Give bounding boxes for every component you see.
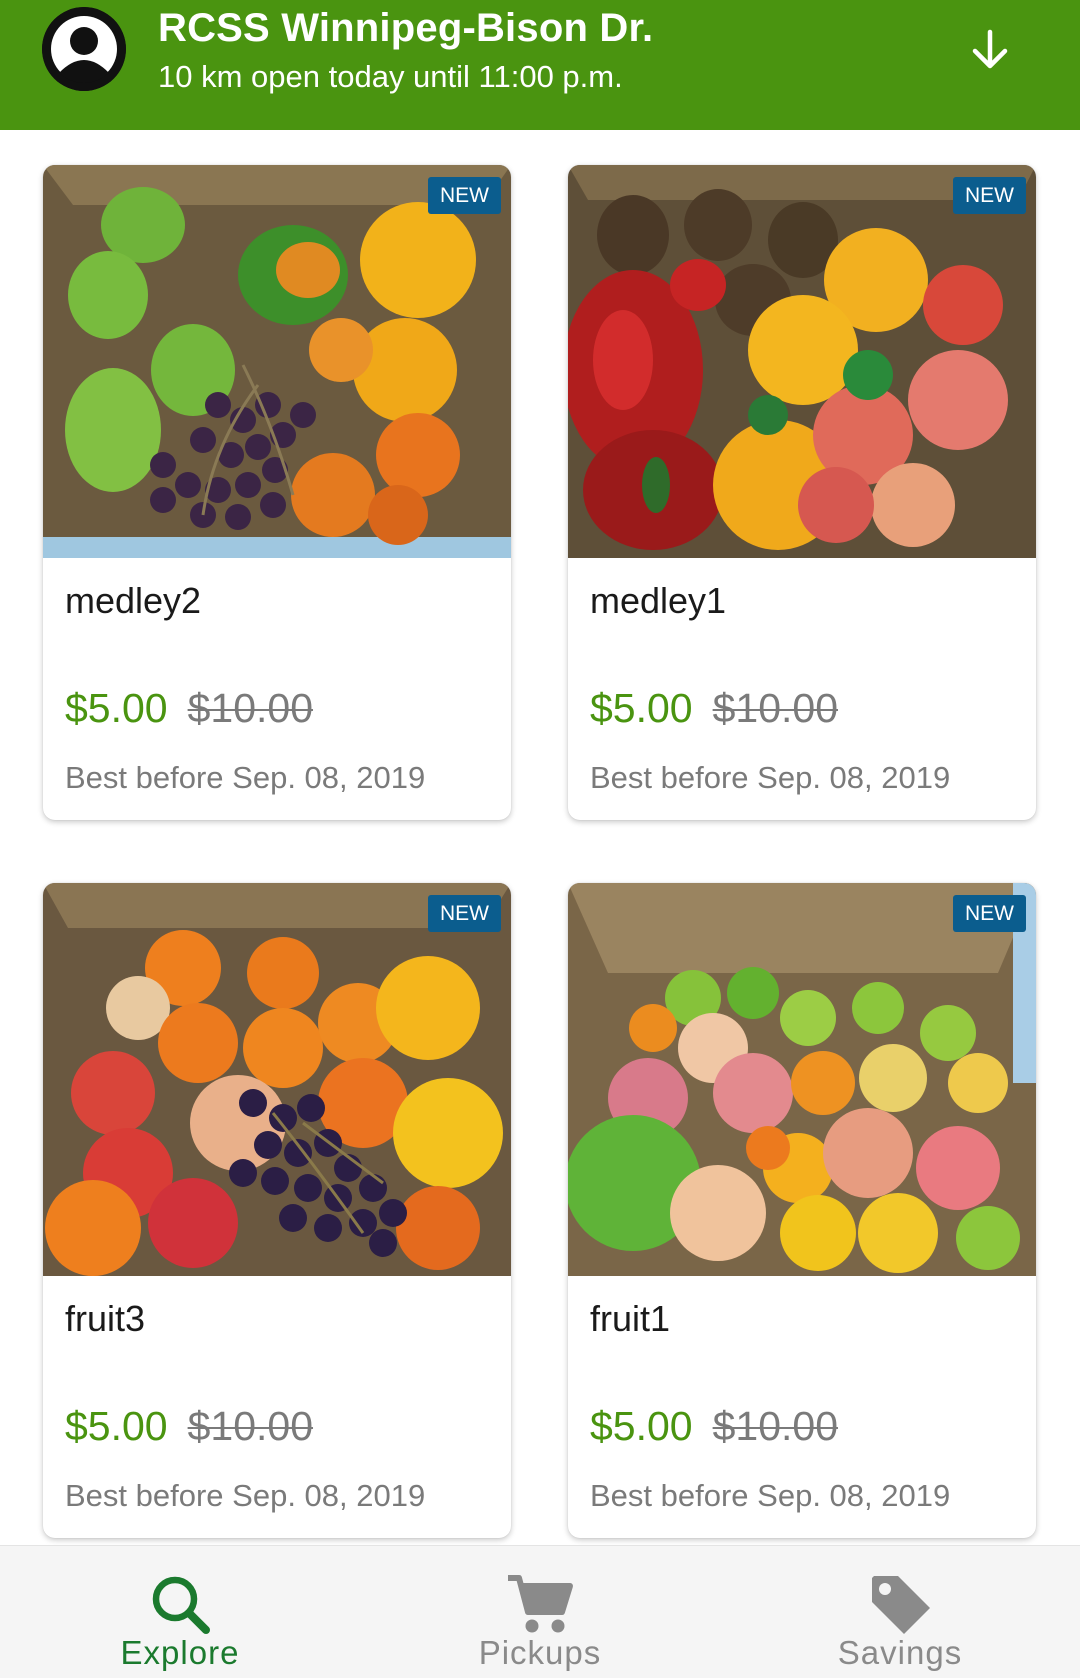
product-card[interactable]: NEW fruit3 $5.00 $10.00 Best before Sep. … [43, 883, 511, 1538]
product-card[interactable]: NEW medley1 $5.00 $10.00 Best before Sep.… [568, 165, 1036, 820]
best-before-date: Best before Sep. 08, 2019 [65, 760, 426, 795]
sale-price: $5.00 [65, 685, 168, 731]
nav-pickups[interactable]: Pickups [360, 1546, 720, 1678]
original-price: $10.00 [712, 1403, 839, 1449]
product-name: medley2 [65, 580, 202, 621]
best-before-date: Best before Sep. 08, 2019 [590, 1478, 951, 1513]
nav-explore-label: Explore [120, 1634, 240, 1671]
original-price: $10.00 [187, 685, 314, 731]
product-image [568, 165, 1036, 558]
product-card[interactable]: NEW fruit1 $5.00 $10.00 Best before Sep. … [568, 883, 1036, 1538]
new-badge: NEW [953, 895, 1026, 932]
product-card[interactable]: NEW medley2 $5.00 $10.00 Best before Sep.… [43, 165, 511, 820]
expand-store-button[interactable] [960, 20, 1020, 80]
user-avatar-icon[interactable] [42, 7, 126, 91]
sale-price: $5.00 [590, 685, 693, 731]
best-before-date: Best before Sep. 08, 2019 [590, 760, 951, 795]
store-header[interactable]: RCSS Winnipeg-Bison Dr. 10 km open today… [0, 0, 1080, 130]
price-row: $5.00 $10.00 [65, 1403, 313, 1450]
price-row: $5.00 $10.00 [590, 685, 838, 732]
cart-icon [508, 1575, 573, 1633]
nav-savings[interactable]: Savings [720, 1546, 1080, 1678]
store-name[interactable]: RCSS Winnipeg-Bison Dr. [158, 6, 653, 51]
nav-explore[interactable]: Explore [0, 1546, 360, 1678]
sale-price: $5.00 [590, 1403, 693, 1449]
product-image [568, 883, 1036, 1276]
original-price: $10.00 [712, 685, 839, 731]
original-price: $10.00 [187, 1403, 314, 1449]
best-before-date: Best before Sep. 08, 2019 [65, 1478, 426, 1513]
price-row: $5.00 $10.00 [65, 685, 313, 732]
product-name: fruit1 [590, 1298, 671, 1339]
arrow-down-icon [972, 29, 1008, 69]
nav-savings-label: Savings [837, 1634, 963, 1671]
product-image [43, 165, 511, 558]
price-row: $5.00 $10.00 [590, 1403, 838, 1450]
bottom-navigation: Explore Pickups Savings [0, 1545, 1080, 1678]
product-name: medley1 [590, 580, 727, 621]
store-hours-info: 10 km open today until 11:00 p.m. [158, 59, 623, 94]
new-badge: NEW [953, 177, 1026, 214]
nav-pickups-label: Pickups [478, 1634, 602, 1671]
search-icon [152, 1576, 210, 1634]
sale-price: $5.00 [65, 1403, 168, 1449]
new-badge: NEW [428, 177, 501, 214]
product-name: fruit3 [65, 1298, 146, 1339]
tag-icon [872, 1576, 930, 1634]
product-image [43, 883, 511, 1276]
new-badge: NEW [428, 895, 501, 932]
product-grid: NEW medley2 $5.00 $10.00 Best before Sep.… [0, 130, 1080, 1545]
